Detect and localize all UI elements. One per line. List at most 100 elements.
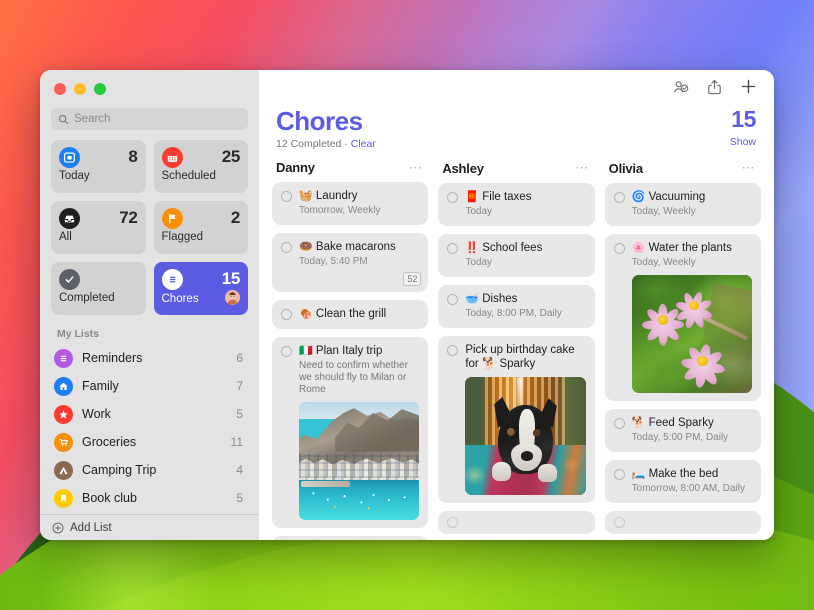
italy-coast-photo[interactable] — [299, 402, 419, 520]
flowers-photo[interactable] — [632, 275, 752, 393]
task-plan-italy-trip[interactable]: 🇮🇹 Plan Italy trip Need to confirm wheth… — [272, 337, 428, 528]
minimize-button[interactable] — [74, 83, 86, 95]
smart-lists-grid: 8 Today — [40, 138, 259, 315]
show-completed-link[interactable]: Show — [730, 136, 756, 148]
task-feed-sparky[interactable]: 🐕 Feed Sparky Today, 5:00 PM, Daily — [605, 409, 761, 452]
task-title-text: Bake macarons — [316, 241, 396, 253]
task-checkbox[interactable] — [281, 191, 292, 202]
task-checkbox[interactable] — [447, 294, 458, 305]
task-attachment-badge[interactable]: 52 — [403, 272, 421, 286]
column-more-button[interactable]: ⋯ — [575, 165, 589, 171]
task-checkbox[interactable] — [447, 243, 458, 254]
list-label: Family — [82, 379, 227, 393]
my-lists-header: My Lists — [40, 315, 259, 344]
column-more-button[interactable]: ⋯ — [409, 165, 423, 171]
task-clean-the-grill[interactable]: 🍖 Clean the grill — [272, 300, 428, 329]
task-subtitle: Today, 5:00 PM, Daily — [632, 432, 752, 444]
task-checkbox[interactable] — [614, 418, 625, 429]
meat-emoji: 🍖 — [299, 308, 313, 320]
tray-icon — [59, 208, 80, 229]
smart-list-chores[interactable]: 15 Chores — [154, 262, 249, 315]
task-title: ‼️ School fees — [465, 241, 585, 255]
task-title: 🧺 Laundry — [299, 189, 419, 203]
list-count: 11 — [231, 435, 243, 449]
task-checkbox[interactable] — [447, 192, 458, 203]
list-count: 7 — [236, 379, 243, 393]
list-bullet-icon — [162, 269, 183, 290]
house-icon — [54, 377, 73, 396]
chores-label: Chores — [162, 293, 199, 305]
task-laundry[interactable]: 🧺 Laundry Tomorrow, Weekly — [272, 182, 428, 225]
zoom-button[interactable] — [94, 83, 106, 95]
calendar-today-icon — [59, 147, 80, 168]
plus-icon[interactable] — [740, 78, 757, 95]
smart-list-flagged[interactable]: 2 Flagged — [154, 201, 249, 254]
task-checkbox[interactable] — [614, 469, 625, 480]
task-title-text: Water the plants — [649, 242, 732, 254]
sidebar-item-reminders[interactable]: Reminders 6 — [48, 344, 251, 372]
task-title: 🌸 Water the plants — [632, 241, 752, 255]
task-checkbox[interactable] — [281, 309, 292, 320]
column-ashley: Ashley ⋯ 🧧 File taxes Today — [438, 159, 594, 540]
close-button[interactable] — [54, 83, 66, 95]
column-more-button[interactable]: ⋯ — [741, 165, 755, 171]
list-label: Book club — [82, 491, 227, 505]
task-checkbox[interactable] — [447, 517, 458, 528]
person-avatar — [225, 290, 240, 305]
sidebar-item-family[interactable]: Family 7 — [48, 372, 251, 400]
smart-list-all[interactable]: 72 All — [51, 201, 146, 254]
search-input[interactable]: Search — [51, 108, 248, 130]
sidebar: Search 8 Today — [40, 70, 259, 540]
reminders-window: Search 8 Today — [40, 70, 774, 540]
task-title: 🐕 Feed Sparky — [632, 416, 752, 430]
task-title-text: Make the bed — [649, 468, 719, 480]
task-dishes[interactable]: 🥣 Dishes Today, 8:00 PM, Daily — [438, 285, 594, 328]
add-people-icon[interactable] — [673, 79, 689, 95]
task-checkbox[interactable] — [614, 517, 625, 528]
task-note: Need to confirm whether we should fly to… — [299, 360, 419, 396]
task-pick-up-birthday-cake[interactable]: Pick up birthday cake for 🐕 Sparky — [438, 336, 594, 503]
column-olivia: Olivia ⋯ 🌀 Vacuuming Today, Weekly — [605, 159, 761, 540]
summary-separator: · — [344, 138, 348, 150]
chores-count: 15 — [222, 269, 240, 289]
list-count: 4 — [236, 463, 243, 477]
task-file-taxes[interactable]: 🧧 File taxes Today — [438, 183, 594, 226]
sidebar-item-camping-trip[interactable]: Camping Trip 4 — [48, 456, 251, 484]
task-checkbox[interactable] — [447, 345, 458, 356]
task-vacuuming[interactable]: 🌀 Vacuuming Today, Weekly — [605, 183, 761, 226]
share-icon[interactable] — [707, 79, 722, 95]
task-title-text: Dishes — [482, 293, 517, 305]
smart-list-today[interactable]: 8 Today — [51, 140, 146, 193]
plus-circle-icon — [52, 522, 64, 534]
task-title-text: Clean the grill — [316, 308, 386, 320]
completed-label: Completed — [59, 292, 138, 304]
sidebar-item-groceries[interactable]: Groceries 11 — [48, 428, 251, 456]
task-new-danny[interactable] — [272, 536, 428, 540]
column-title: Olivia — [609, 161, 643, 176]
toolbar — [259, 70, 774, 103]
sidebar-item-book-club[interactable]: Book club 5 — [48, 484, 251, 512]
task-water-the-plants[interactable]: 🌸 Water the plants Today, Weekly — [605, 234, 761, 401]
smart-list-completed[interactable]: Completed — [51, 262, 146, 315]
task-subtitle: Today, 8:00 PM, Daily — [465, 308, 585, 320]
task-school-fees[interactable]: ‼️ School fees Today — [438, 234, 594, 277]
add-list-button[interactable]: Add List — [40, 514, 259, 540]
task-checkbox[interactable] — [281, 242, 292, 253]
task-new-ashley[interactable] — [438, 511, 594, 534]
smart-list-scheduled[interactable]: 25 Scheduled — [154, 140, 249, 193]
completed-summary: 12 Completed · Clear — [276, 138, 376, 150]
task-checkbox[interactable] — [614, 243, 625, 254]
today-count: 8 — [128, 147, 137, 167]
task-title-text: Feed Sparky — [649, 417, 714, 429]
list-label: Camping Trip — [82, 463, 227, 477]
calendar-icon — [162, 147, 183, 168]
task-bake-macarons[interactable]: 🍩 Bake macarons Today, 5:40 PM 52 — [272, 233, 428, 292]
clear-completed-link[interactable]: Clear — [351, 138, 376, 150]
task-checkbox[interactable] — [614, 192, 625, 203]
sidebar-item-work[interactable]: Work 5 — [48, 400, 251, 428]
cart-icon — [54, 433, 73, 452]
task-make-the-bed[interactable]: 🛏️ Make the bed Tomorrow, 8:00 AM, Daily — [605, 460, 761, 503]
task-new-olivia[interactable] — [605, 511, 761, 534]
dog-photo[interactable] — [465, 377, 585, 495]
task-checkbox[interactable] — [281, 346, 292, 357]
